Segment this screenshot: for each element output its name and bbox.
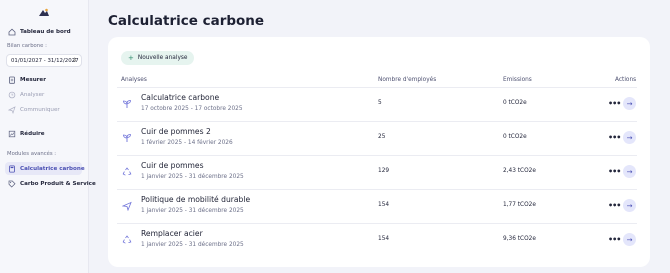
- sidebar-item-analyser[interactable]: Analyser: [8, 88, 44, 101]
- arrow-right-icon[interactable]: →: [623, 97, 636, 110]
- page-title: Calculatrice carbone: [108, 13, 265, 29]
- analysis-name[interactable]: Remplacer acier: [141, 229, 203, 238]
- column-header-analyses: Analyses: [121, 77, 147, 83]
- analysis-name[interactable]: Cuir de pommes 2: [141, 127, 211, 136]
- analysis-dates: 17 octobre 2025 - 17 octobre 2025: [141, 106, 243, 112]
- table-row[interactable]: Cuir de pommes 1 janvier 2025 - 31 décem…: [117, 155, 637, 189]
- employee-count: 25: [378, 134, 386, 140]
- table-row[interactable]: Cuir de pommes 2 1 février 2025 - 14 fév…: [117, 121, 637, 155]
- employee-count: 5: [378, 100, 382, 106]
- sidebar-item-label: Calculatrice carbone: [20, 165, 85, 172]
- new-analysis-label: Nouvelle analyse: [137, 55, 188, 61]
- sidebar-item-communiquer[interactable]: Communiquer: [8, 103, 60, 116]
- analysis-name[interactable]: Calculatrice carbone: [141, 93, 219, 102]
- table-row[interactable]: Calculatrice carbone 17 octobre 2025 - 1…: [117, 87, 637, 121]
- bilan-select[interactable]: 01/01/2027 - 31/12/2027 ⇕: [6, 54, 82, 67]
- emissions-value: 0 tCO2e: [503, 100, 527, 106]
- sidebar-item-label: Carbo Produit & Service: [20, 180, 96, 187]
- sidebar-item-reduire[interactable]: Réduire: [8, 127, 45, 140]
- analysis-dates: 1 janvier 2025 - 31 décembre 2025: [141, 242, 244, 248]
- analysis-name[interactable]: Politique de mobilité durable: [141, 195, 250, 204]
- analysis-dates: 1 janvier 2025 - 31 décembre 2025: [141, 174, 244, 180]
- more-options-icon[interactable]: •••: [608, 201, 621, 210]
- sidebar-item-label: Analyser: [20, 91, 45, 98]
- column-header-employees: Nombre d'employés: [378, 77, 437, 83]
- analysis-dates: 1 février 2025 - 14 février 2026: [141, 140, 233, 146]
- employee-count: 129: [378, 168, 390, 174]
- tag-icon: [8, 180, 16, 188]
- home-icon: [8, 28, 16, 36]
- table-row[interactable]: Remplacer acier 1 janvier 2025 - 31 déce…: [117, 223, 637, 257]
- analyses-card: + Nouvelle analyse Analyses Nombre d'emp…: [108, 37, 650, 267]
- modules-label: Modules avancés :: [7, 151, 57, 157]
- sidebar-item-label: Communiquer: [20, 106, 60, 113]
- arrow-right-icon[interactable]: →: [623, 199, 636, 212]
- chevron-updown-icon: ⇕: [71, 57, 77, 64]
- recycle-icon: [122, 235, 132, 244]
- arrow-right-icon[interactable]: →: [623, 165, 636, 178]
- bilan-label: Bilan carbone :: [7, 43, 47, 49]
- new-analysis-button[interactable]: + Nouvelle analyse: [121, 51, 195, 65]
- column-header-actions: Actions: [615, 77, 637, 83]
- bilan-value: 01/01/2027 - 31/12/2027: [11, 57, 79, 64]
- logo-icon: [39, 8, 49, 16]
- sprout-icon: [123, 100, 131, 108]
- sidebar-item-carbo-produit[interactable]: Carbo Produit & Service: [8, 177, 96, 190]
- arrow-right-icon[interactable]: →: [623, 233, 636, 246]
- clipboard-icon: [8, 76, 16, 84]
- employee-count: 154: [378, 202, 390, 208]
- employee-count: 154: [378, 236, 390, 242]
- calculator-icon: [8, 164, 16, 173]
- clock-icon: [8, 91, 16, 99]
- emissions-value: 0 tCO2e: [503, 134, 527, 140]
- more-options-icon[interactable]: •••: [608, 133, 621, 142]
- plus-icon: +: [128, 54, 134, 62]
- recycle-icon: [122, 167, 132, 176]
- emissions-value: 1,77 tCO2e: [503, 202, 536, 208]
- table-row[interactable]: Politique de mobilité durable 1 janvier …: [117, 189, 637, 223]
- sidebar-item-calculatrice[interactable]: Calculatrice carbone: [8, 162, 85, 175]
- more-options-icon[interactable]: •••: [608, 235, 621, 244]
- sidebar: Tableau de bord Bilan carbone : 01/01/20…: [0, 0, 96, 273]
- sidebar-item-label: Réduire: [20, 130, 45, 137]
- more-options-icon[interactable]: •••: [608, 99, 621, 108]
- more-options-icon[interactable]: •••: [608, 167, 621, 176]
- sidebar-item-label: Tableau de bord: [20, 28, 71, 35]
- sprout-icon: [123, 134, 131, 142]
- arrow-right-icon[interactable]: →: [623, 131, 636, 144]
- emissions-value: 2,43 tCO2e: [503, 168, 536, 174]
- sidebar-item-mesurer[interactable]: Mesurer: [8, 73, 46, 86]
- analysis-name[interactable]: Cuir de pommes: [141, 161, 204, 170]
- send-icon: [8, 105, 16, 114]
- sidebar-item-dashboard[interactable]: Tableau de bord: [8, 25, 71, 38]
- sidebar-item-label: Mesurer: [20, 76, 46, 83]
- column-header-emissions: Emissions: [503, 77, 532, 83]
- analysis-dates: 1 janvier 2025 - 31 décembre 2025: [141, 208, 244, 214]
- plane-icon: [122, 201, 132, 211]
- emissions-value: 9,36 tCO2e: [503, 236, 536, 242]
- chart-icon: [8, 130, 16, 138]
